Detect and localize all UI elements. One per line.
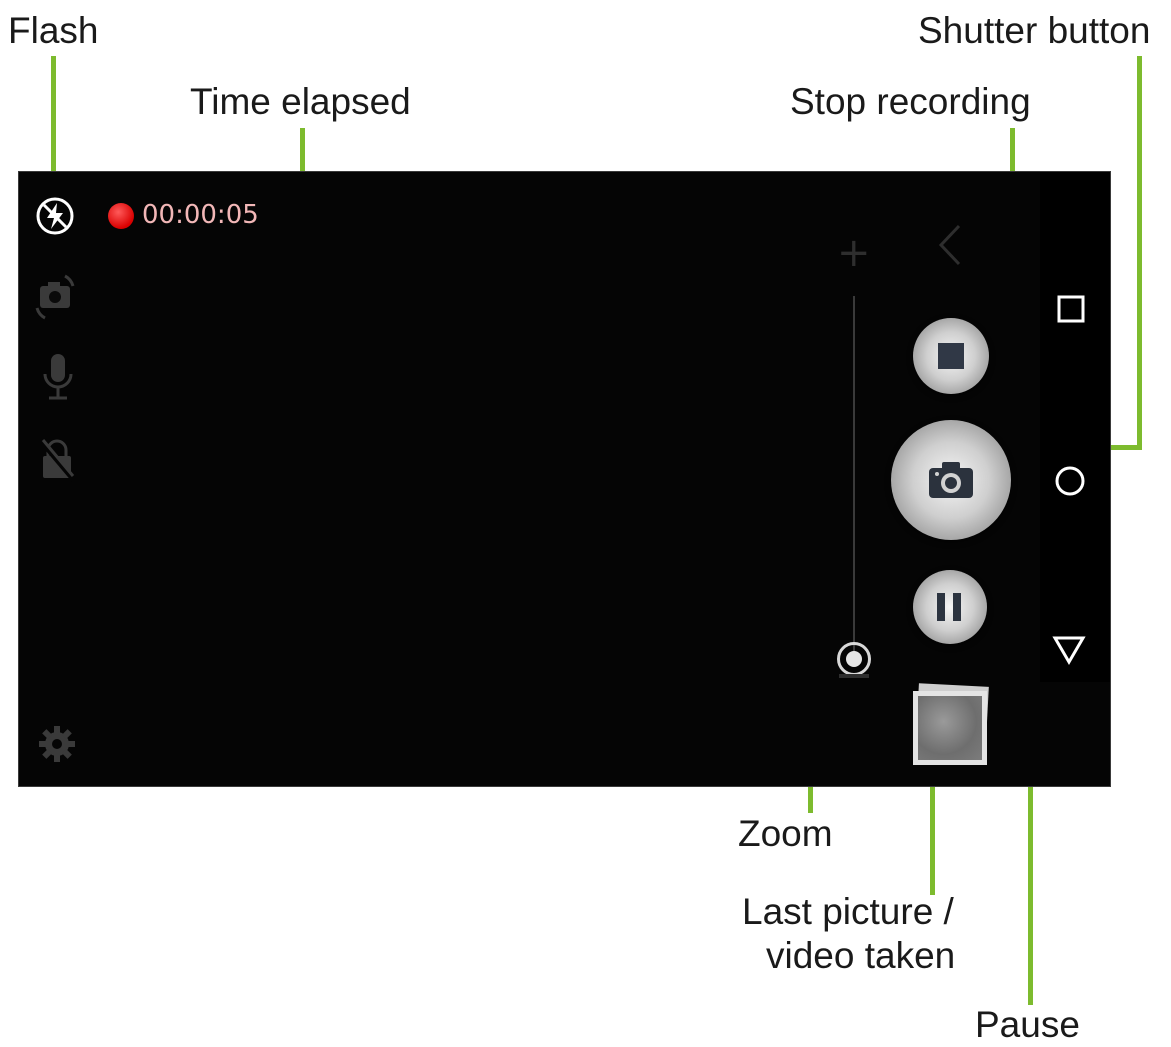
settings-gear-icon[interactable]	[37, 724, 77, 764]
lock-off-icon[interactable]	[39, 438, 75, 482]
stop-recording-button[interactable]	[913, 318, 989, 394]
navigation-bar	[1040, 172, 1110, 682]
last-picture-thumbnail[interactable]	[913, 683, 989, 765]
shutter-button-callout: Shutter button	[918, 10, 1151, 51]
last-picture-callout-line2: video taken	[766, 935, 956, 976]
flash-callout: Flash	[8, 10, 99, 51]
home-circle-icon[interactable]	[1053, 464, 1087, 503]
pause-callout: Pause	[975, 1004, 1080, 1045]
shutter-leader-vertical	[1137, 56, 1142, 450]
pause-button[interactable]	[913, 570, 987, 644]
flash-off-icon[interactable]	[35, 196, 75, 236]
pause-icon-bar-right	[953, 593, 961, 621]
notification-triangle-icon[interactable]	[1051, 634, 1087, 671]
shutter-button[interactable]	[891, 420, 1011, 540]
recent-apps-square-icon[interactable]	[1056, 294, 1086, 329]
stop-icon	[938, 343, 964, 369]
zoom-slider-handle[interactable]	[837, 642, 871, 676]
switch-camera-icon[interactable]	[35, 272, 77, 322]
camera-viewfinder: 00:00:05 +	[18, 171, 1111, 787]
zoom-slider-track[interactable]	[853, 296, 855, 656]
last-picture-callout-line1: Last picture /	[742, 891, 954, 932]
camera-icon	[929, 462, 973, 498]
zoom-in-icon[interactable]: +	[837, 230, 871, 276]
zoom-callout: Zoom	[738, 813, 833, 854]
zoom-out-icon[interactable]	[839, 674, 869, 678]
recording-indicator	[108, 203, 134, 229]
time-elapsed-callout: Time elapsed	[190, 81, 411, 122]
back-chevron-icon[interactable]	[929, 220, 969, 275]
thumbnail-image	[918, 696, 982, 760]
pause-icon-bar-left	[937, 593, 945, 621]
microphone-icon[interactable]	[41, 352, 75, 402]
recording-timer: 00:00:05	[142, 200, 259, 230]
stop-recording-callout: Stop recording	[790, 81, 1031, 122]
